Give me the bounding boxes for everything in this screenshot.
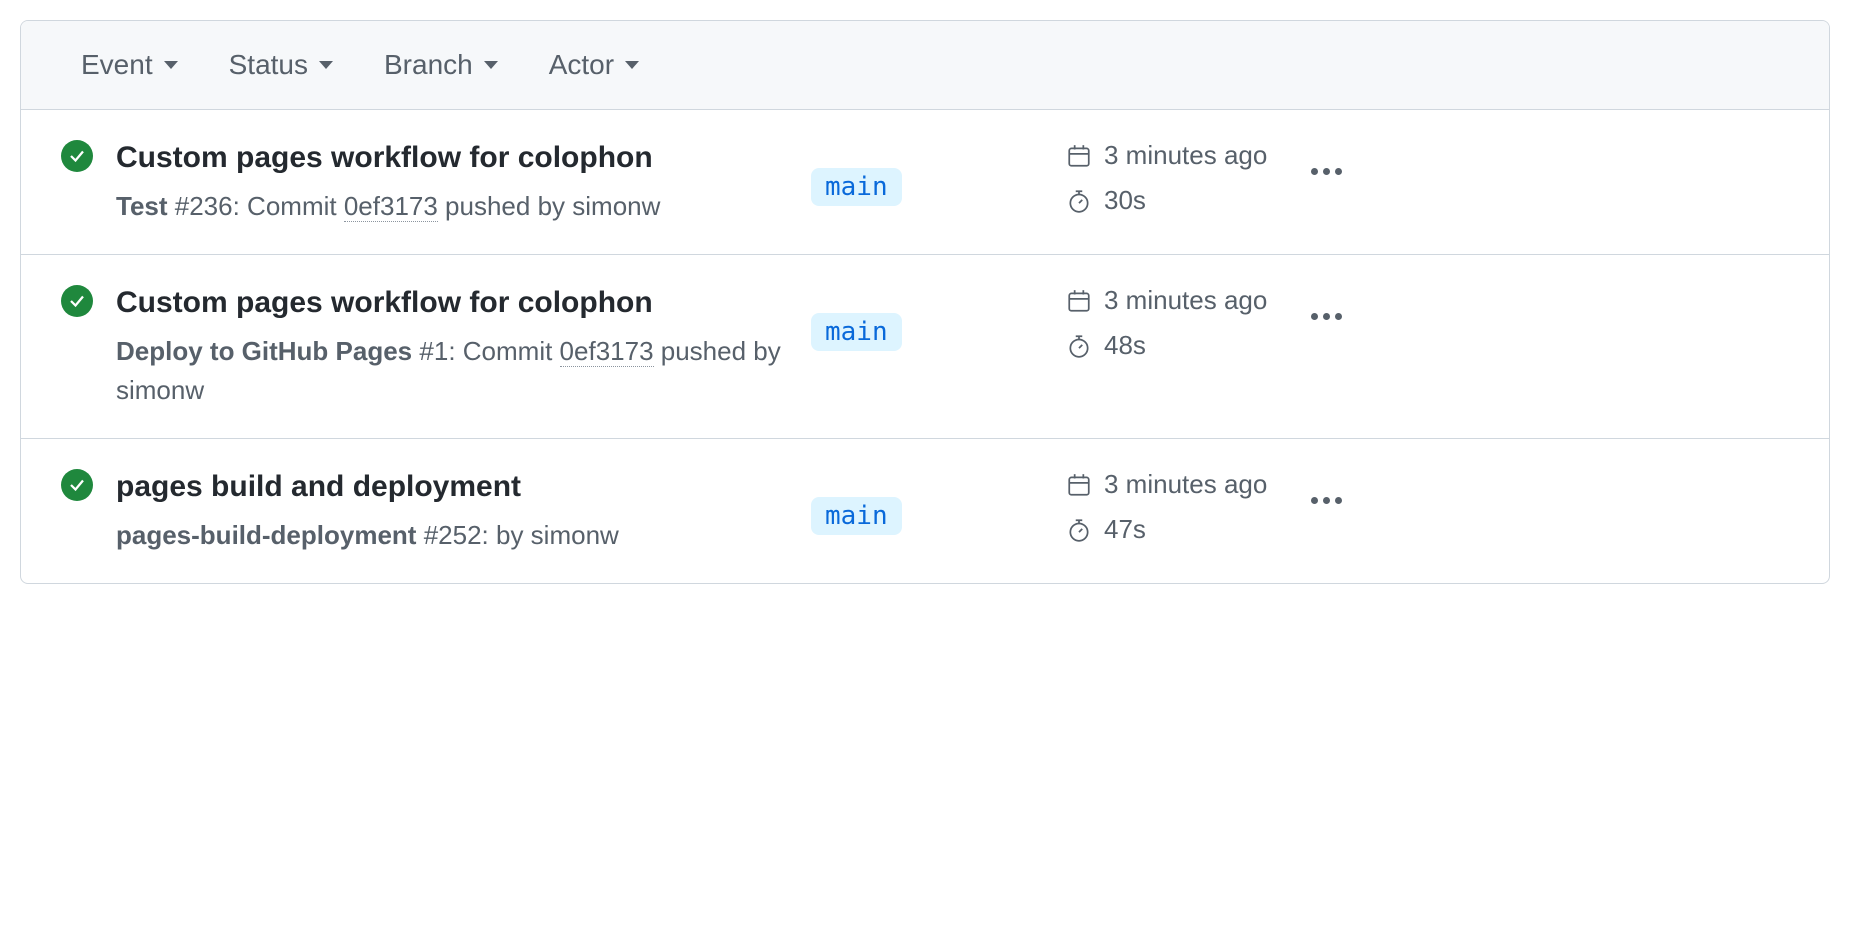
workflow-run-row: Custom pages workflow for colophon Test …	[21, 110, 1829, 255]
branch-column: main	[811, 138, 1051, 206]
time-ago-text: 3 minutes ago	[1104, 140, 1267, 171]
caret-down-icon	[163, 60, 179, 70]
time-ago-text: 3 minutes ago	[1104, 469, 1267, 500]
run-main-column: pages build and deployment pages-build-d…	[116, 467, 796, 555]
actions-column	[1301, 283, 1351, 320]
meta-column: 3 minutes ago 30s	[1066, 138, 1286, 216]
caret-down-icon	[318, 60, 334, 70]
meta-column: 3 minutes ago 47s	[1066, 467, 1286, 545]
branch-badge[interactable]: main	[811, 497, 902, 535]
run-timestamp: 3 minutes ago	[1066, 469, 1286, 500]
workflow-name: Test	[116, 191, 168, 221]
filter-branch[interactable]: Branch	[384, 49, 499, 81]
sub-prefix: : by simonw	[482, 520, 619, 550]
branch-badge[interactable]: main	[811, 168, 902, 206]
kebab-menu-button[interactable]	[1311, 313, 1342, 320]
run-duration: 48s	[1066, 330, 1286, 361]
caret-down-icon	[483, 60, 499, 70]
duration-text: 48s	[1104, 330, 1146, 361]
workflow-name: pages-build-deployment	[116, 520, 416, 550]
success-check-icon	[61, 140, 93, 172]
run-duration: 47s	[1066, 514, 1286, 545]
status-column	[61, 138, 101, 172]
success-check-icon	[61, 469, 93, 501]
kebab-menu-button[interactable]	[1311, 168, 1342, 175]
run-subtitle: Test #236: Commit 0ef3173 pushed by simo…	[116, 187, 796, 226]
run-timestamp: 3 minutes ago	[1066, 140, 1286, 171]
run-main-column: Custom pages workflow for colophon Test …	[116, 138, 796, 226]
run-timestamp: 3 minutes ago	[1066, 285, 1286, 316]
filter-actor[interactable]: Actor	[549, 49, 640, 81]
stopwatch-icon	[1066, 188, 1092, 214]
sub-suffix: pushed by simonw	[438, 191, 661, 221]
run-subtitle: Deploy to GitHub Pages #1: Commit 0ef317…	[116, 332, 796, 410]
success-check-icon	[61, 285, 93, 317]
branch-column: main	[811, 467, 1051, 535]
filter-status[interactable]: Status	[229, 49, 334, 81]
filter-status-label: Status	[229, 49, 308, 81]
filter-actor-label: Actor	[549, 49, 614, 81]
actions-column	[1301, 467, 1351, 504]
workflow-run-row: pages build and deployment pages-build-d…	[21, 439, 1829, 583]
duration-text: 47s	[1104, 514, 1146, 545]
duration-text: 30s	[1104, 185, 1146, 216]
run-title-link[interactable]: Custom pages workflow for colophon	[116, 138, 796, 177]
stopwatch-icon	[1066, 517, 1092, 543]
commit-hash-link[interactable]: 0ef3173	[344, 191, 438, 222]
status-column	[61, 283, 101, 317]
sub-prefix: : Commit	[233, 191, 344, 221]
actions-column	[1301, 138, 1351, 175]
run-main-column: Custom pages workflow for colophon Deplo…	[116, 283, 796, 410]
meta-column: 3 minutes ago 48s	[1066, 283, 1286, 361]
calendar-icon	[1066, 472, 1092, 498]
run-number: #236	[175, 191, 233, 221]
run-title-link[interactable]: pages build and deployment	[116, 467, 796, 506]
stopwatch-icon	[1066, 333, 1092, 359]
kebab-menu-button[interactable]	[1311, 497, 1342, 504]
status-column	[61, 467, 101, 501]
workflow-name: Deploy to GitHub Pages	[116, 336, 412, 366]
filter-branch-label: Branch	[384, 49, 473, 81]
time-ago-text: 3 minutes ago	[1104, 285, 1267, 316]
filter-event-label: Event	[81, 49, 153, 81]
run-title-link[interactable]: Custom pages workflow for colophon	[116, 283, 796, 322]
filter-bar: Event Status Branch Actor	[21, 21, 1829, 110]
calendar-icon	[1066, 143, 1092, 169]
sub-prefix: : Commit	[448, 336, 559, 366]
run-subtitle: pages-build-deployment #252: by simonw	[116, 516, 796, 555]
caret-down-icon	[624, 60, 640, 70]
workflow-run-row: Custom pages workflow for colophon Deplo…	[21, 255, 1829, 439]
commit-hash-link[interactable]: 0ef3173	[560, 336, 654, 367]
workflow-runs-panel: Event Status Branch Actor Custom pages w…	[20, 20, 1830, 584]
branch-column: main	[811, 283, 1051, 351]
run-number: #1	[419, 336, 448, 366]
workflow-run-list: Custom pages workflow for colophon Test …	[21, 110, 1829, 583]
filter-event[interactable]: Event	[81, 49, 179, 81]
calendar-icon	[1066, 288, 1092, 314]
run-duration: 30s	[1066, 185, 1286, 216]
branch-badge[interactable]: main	[811, 313, 902, 351]
run-number: #252	[424, 520, 482, 550]
